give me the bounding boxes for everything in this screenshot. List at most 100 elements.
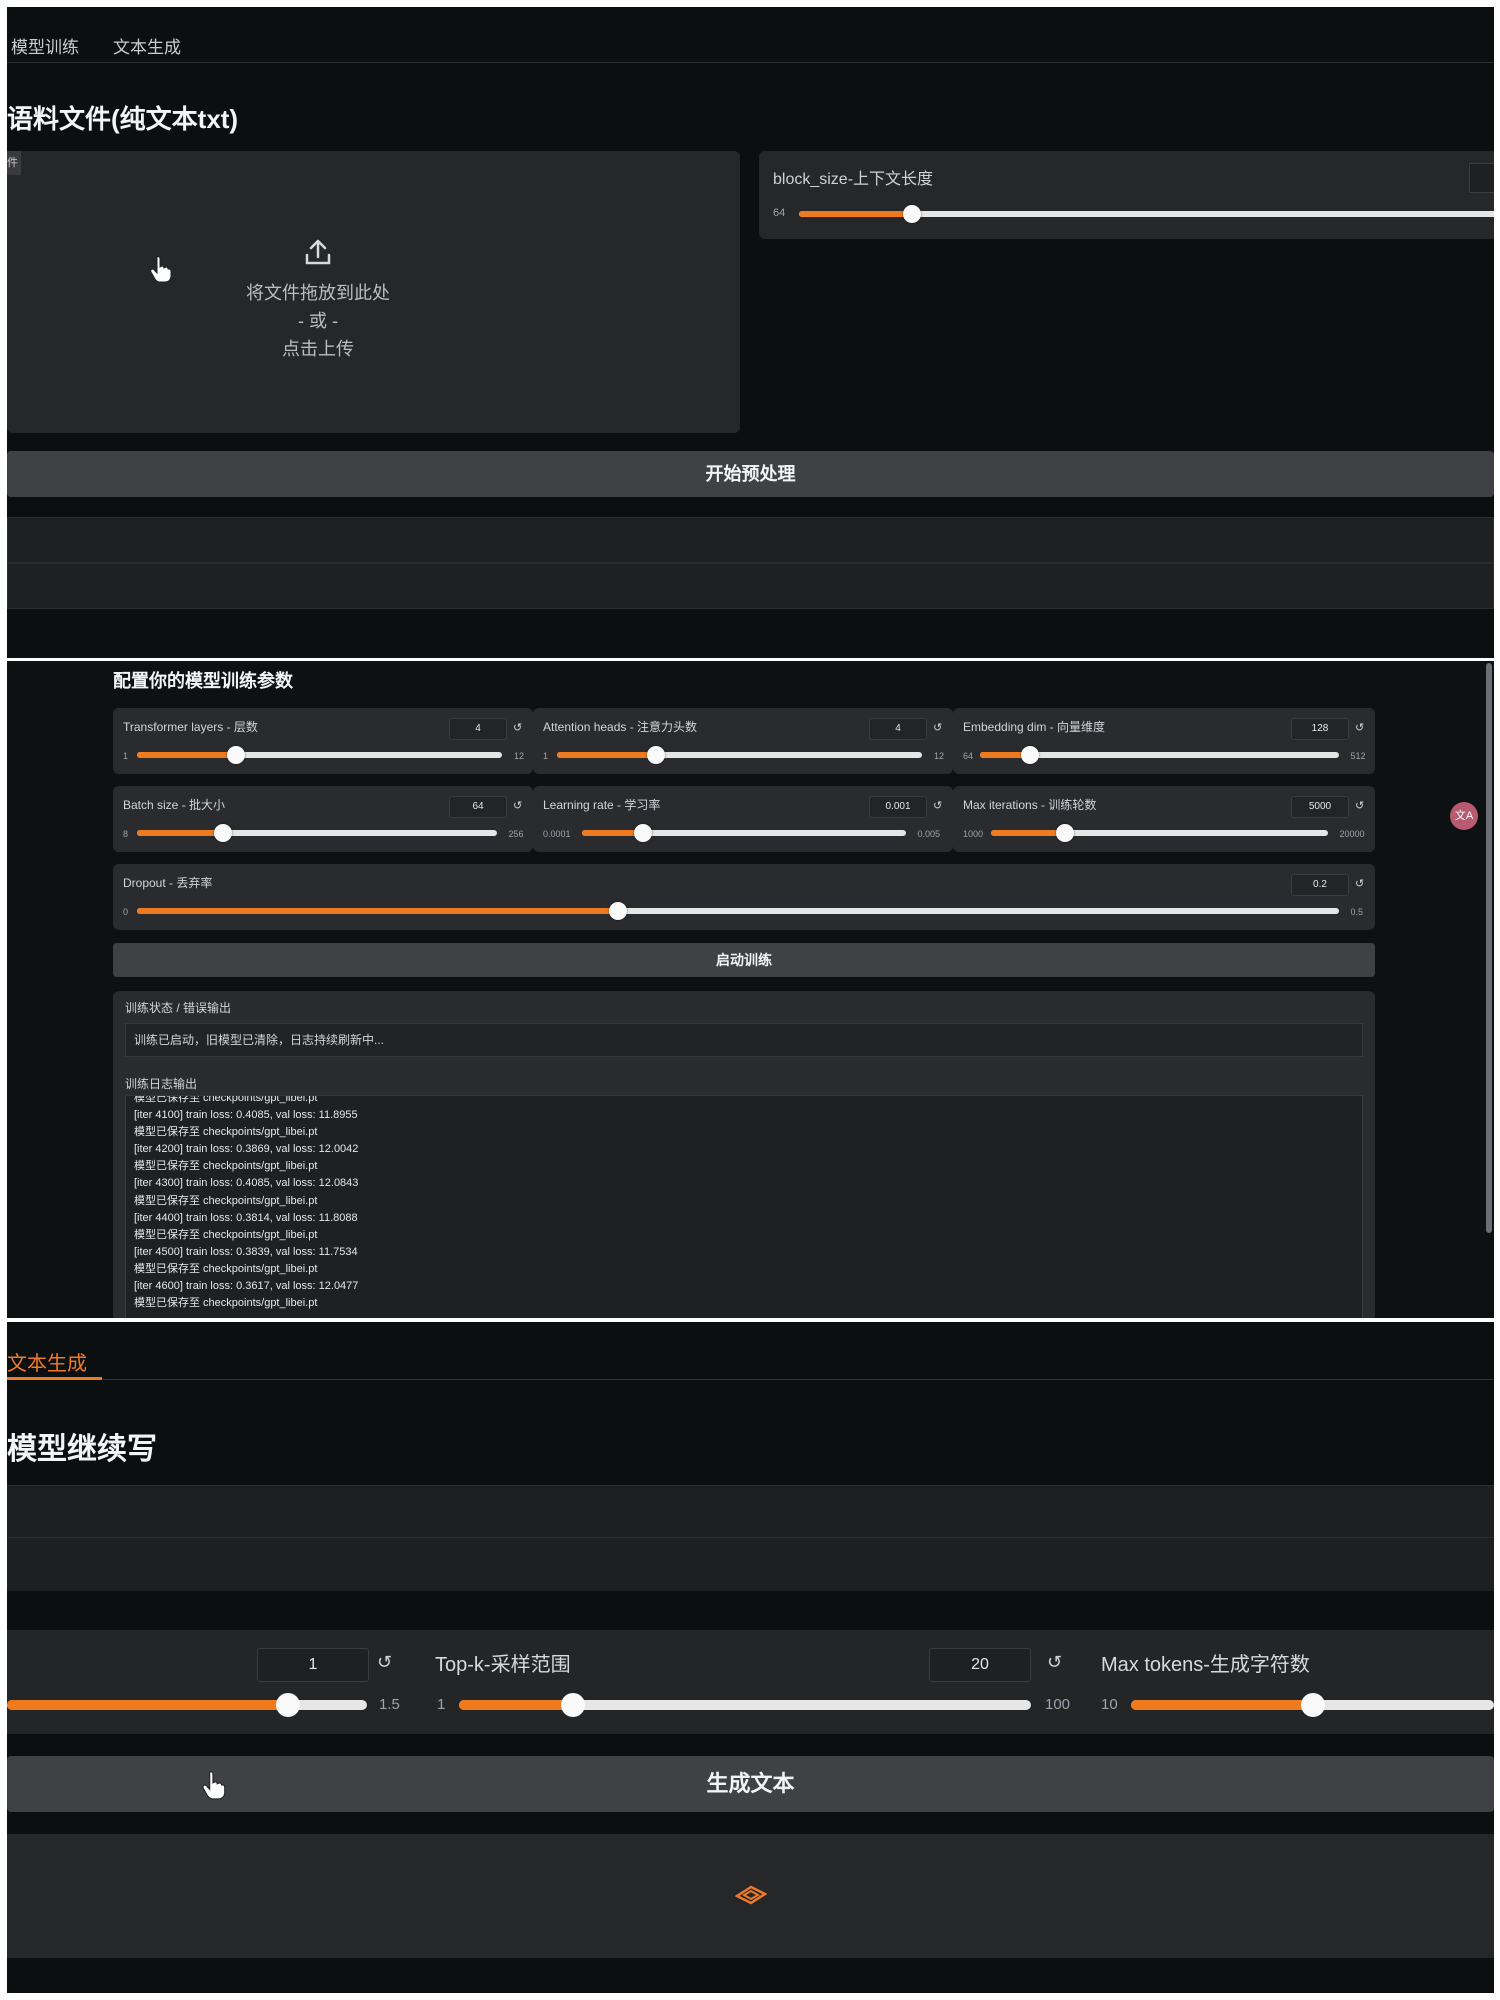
file-label: 件 [7, 151, 21, 175]
param-label: Batch size - 批大小 [123, 798, 226, 812]
param-number-input[interactable]: 4 [449, 718, 507, 740]
block-size-slider[interactable] [799, 205, 1494, 223]
tab-text-generation[interactable]: 文本生成 [113, 33, 181, 58]
log-line: 模型已保存至 checkpoints/gpt_libei.pt [134, 1194, 318, 1207]
param-min-label: 0 [123, 907, 129, 917]
upload-click-text: 点击上传 [282, 339, 354, 359]
section-title: 语料文件(纯文本txt) [7, 104, 239, 134]
param-number-input[interactable]: 128 [1291, 718, 1349, 740]
block-size-number-input[interactable]: 1 [1469, 163, 1494, 193]
temperature-reset-icon[interactable]: ↺ [377, 1652, 392, 1673]
temperature-slider-thumb[interactable] [275, 1693, 300, 1717]
param-number-input[interactable]: 0.001 [869, 796, 927, 818]
upload-drop-text: 将文件拖放到此处 [246, 283, 390, 303]
log-line: 模型已保存至 checkpoints/gpt_libei.pt [134, 1160, 318, 1173]
param-min-label: 1000 [963, 829, 984, 839]
prompt-input-row-1[interactable] [7, 1485, 1494, 1537]
param-card: Max iterations - 训练轮数 5000 ↺ 1000 20000 [953, 786, 1375, 852]
topk-reset-icon[interactable]: ↺ [1047, 1652, 1062, 1673]
param-slider-fill [991, 830, 1066, 836]
param-slider-thumb[interactable] [226, 746, 245, 764]
log-line: 模型已保存至 checkpoints/gpt_libei.pt [134, 1126, 318, 1139]
log-label: 训练日志输出 [125, 1077, 198, 1091]
preprocess-panel: 模型训练 文本生成 语料文件(纯文本txt) 件 将文件拖放到此处 - 或 - … [7, 7, 1494, 658]
training-config-panel: 配置你的模型训练参数 Transformer layers - 层数 4 ↺ 1 12 A… [7, 661, 1494, 1318]
param-label: Attention heads - 注意力头数 [543, 720, 698, 734]
param-max-label: 512 [1350, 751, 1366, 761]
tab-text-generation-active[interactable]: 文本生成 [7, 1347, 87, 1376]
param-slider-thumb[interactable] [1021, 746, 1040, 764]
param-card: Batch size - 批大小 64 ↺ 8 256 [113, 786, 533, 852]
param-number-input[interactable]: 0.2 [1291, 874, 1349, 896]
param-label: Embedding dim - 向量维度 [963, 720, 1106, 734]
temperature-max-label: 1.5 [379, 1696, 400, 1713]
file-upload-area[interactable]: 件 将文件拖放到此处 - 或 - 点击上传 [7, 151, 740, 433]
param-label: Max iterations - 训练轮数 [963, 798, 1097, 812]
topk-number-input[interactable]: 20 [929, 1648, 1031, 1682]
log-lines: 模型已保存至 checkpoints/gpt_libei.pt [iter 410… [134, 1096, 1354, 1312]
generated-text-output [7, 1834, 1494, 1958]
param-slider[interactable] [557, 746, 922, 764]
reset-icon[interactable]: ↺ [1355, 799, 1364, 812]
param-card: Embedding dim - 向量维度 128 ↺ 64 512 [953, 708, 1375, 774]
tab-model-training[interactable]: 模型训练 [11, 33, 79, 58]
log-line: 模型已保存至 checkpoints/gpt_libei.pt [134, 1297, 318, 1310]
topk-slider[interactable] [459, 1693, 1031, 1717]
reset-icon[interactable]: ↺ [513, 721, 522, 734]
reset-icon[interactable]: ↺ [513, 799, 522, 812]
param-min-label: 64 [963, 751, 974, 761]
max-tokens-slider-thumb[interactable] [1300, 1693, 1325, 1717]
log-line: [iter 4300] train loss: 0.4085, val loss… [134, 1177, 359, 1190]
param-slider[interactable] [991, 824, 1328, 842]
block-size-slider-thumb[interactable] [903, 205, 921, 223]
param-slider[interactable] [980, 746, 1339, 764]
reset-icon[interactable]: ↺ [933, 721, 942, 734]
reset-icon[interactable]: ↺ [933, 799, 942, 812]
generate-text-button[interactable]: 生成文本 [7, 1756, 1494, 1812]
param-max-label: 0.005 [917, 829, 941, 839]
hand-cursor-icon [202, 1771, 226, 1800]
log-line: [iter 4500] train loss: 0.3839, val loss… [134, 1245, 358, 1258]
param-max-label: 20000 [1339, 829, 1365, 839]
param-slider-thumb[interactable] [608, 902, 627, 920]
param-label: Transformer layers - 层数 [123, 720, 258, 734]
page-scrollbar[interactable] [1486, 663, 1492, 1233]
param-slider-thumb[interactable] [214, 824, 233, 842]
log-line: 模型已保存至 checkpoints/gpt_libei.pt [134, 1228, 318, 1241]
param-number-input[interactable]: 64 [449, 796, 507, 818]
param-slider[interactable] [137, 824, 497, 842]
param-slider[interactable] [137, 746, 502, 764]
prompt-input-row-2[interactable] [7, 1537, 1494, 1591]
generation-title: 模型继续写 [7, 1433, 157, 1466]
param-slider-thumb[interactable] [1056, 824, 1075, 842]
param-card: Transformer layers - 层数 4 ↺ 1 12 [113, 708, 533, 774]
param-slider-thumb[interactable] [646, 746, 665, 764]
start-training-button[interactable]: 启动训练 [113, 943, 1375, 977]
status-output: 训练已启动，旧模型已清除，日志持续刷新中... [125, 1023, 1363, 1057]
translate-icon[interactable]: 文A [1450, 802, 1478, 830]
reset-icon[interactable]: ↺ [1355, 877, 1364, 890]
active-tab-underline [7, 1377, 102, 1380]
log-line: [iter 4100] train loss: 0.4085, val loss… [134, 1109, 358, 1122]
block-size-slider-card: block_size-上下文长度 1 64 [759, 151, 1494, 239]
temperature-number-input[interactable]: 1 [257, 1648, 369, 1682]
hand-cursor-icon [150, 256, 172, 283]
max-tokens-slider[interactable] [1131, 1693, 1494, 1717]
param-slider[interactable] [137, 902, 1339, 920]
param-slider[interactable] [582, 824, 906, 842]
param-slider-thumb[interactable] [634, 824, 653, 842]
param-min-label: 1 [123, 751, 129, 761]
param-number-input[interactable]: 4 [869, 718, 927, 740]
preprocess-button[interactable]: 开始预处理 [7, 451, 1494, 497]
upload-instructions: 将文件拖放到此处 - 或 - 点击上传 [198, 279, 438, 363]
topk-slider-thumb[interactable] [561, 1693, 586, 1717]
training-log-output[interactable]: 模型已保存至 checkpoints/gpt_libei.pt [iter 410… [125, 1095, 1363, 1318]
block-size-label: block_size-上下文长度 [773, 171, 934, 188]
param-number-input[interactable]: 5000 [1291, 796, 1349, 818]
max-tokens-label: Max tokens-生成字符数 [1101, 1654, 1310, 1676]
temperature-slider[interactable] [7, 1693, 367, 1717]
generation-panel: 文本生成 模型继续写 1 ↺ 1.5 Top-k-采样范围 20 ↺ 1 100… [7, 1322, 1494, 1993]
reset-icon[interactable]: ↺ [1355, 721, 1364, 734]
topk-min-label: 1 [437, 1696, 446, 1713]
param-card: Attention heads - 注意力头数 4 ↺ 1 12 [533, 708, 953, 774]
